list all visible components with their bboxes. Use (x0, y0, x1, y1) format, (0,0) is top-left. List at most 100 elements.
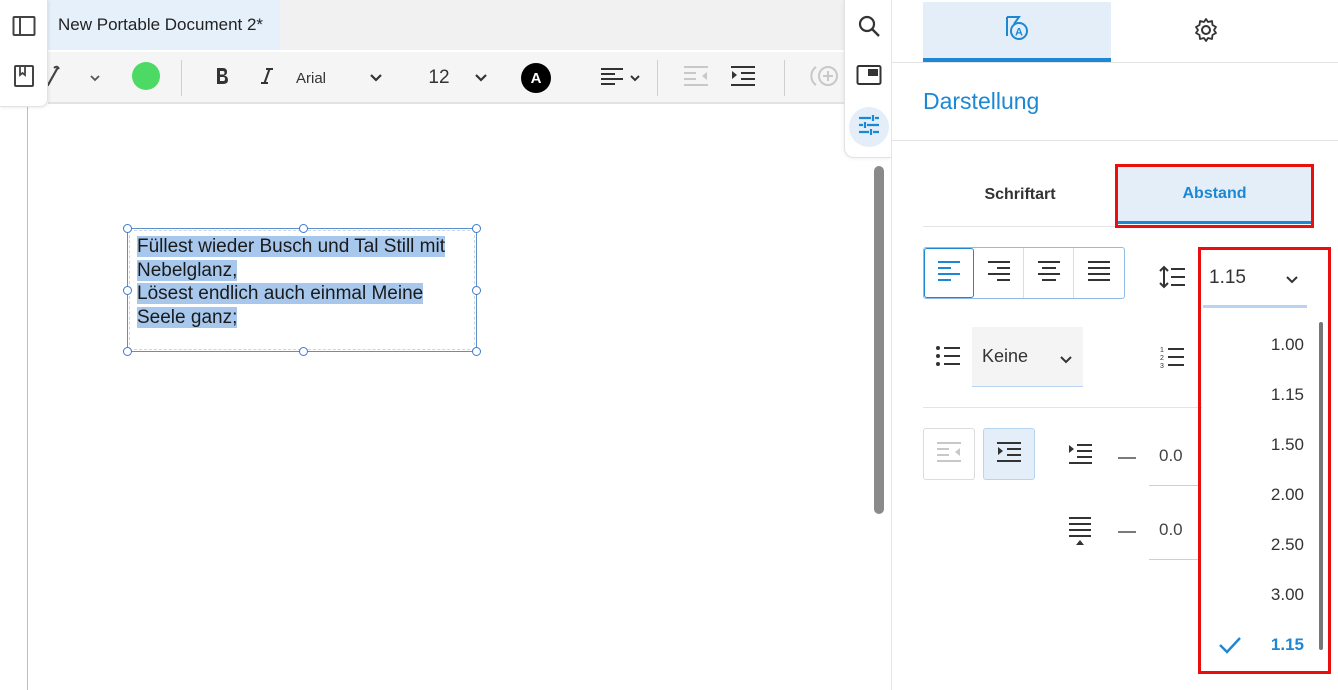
svg-text:3: 3 (1160, 363, 1164, 369)
resize-handle-se[interactable] (472, 347, 481, 356)
add-field-button[interactable] (804, 52, 844, 104)
chevron-down-icon (1059, 348, 1073, 369)
pen-options-dropdown[interactable] (84, 52, 106, 104)
properties-button[interactable] (849, 107, 889, 147)
font-size-select[interactable]: 12 (422, 52, 456, 104)
increase-indent-button[interactable] (727, 52, 759, 104)
left-rail (0, 0, 48, 107)
picture-in-picture-icon (856, 64, 882, 91)
resize-handle-sw[interactable] (123, 347, 132, 356)
align-left-icon (599, 66, 625, 91)
format-toolbar: Arial 12 A (46, 52, 844, 104)
font-family-select[interactable]: Arial (296, 52, 346, 104)
toggle-sidebar-button[interactable] (8, 12, 40, 44)
decrement-spacing-button[interactable] (1118, 531, 1136, 533)
bullet-list-icon (935, 345, 961, 372)
resize-handle-e[interactable] (472, 286, 481, 295)
app-window: Füllest wieder Busch und Tal Still mit N… (0, 0, 1338, 690)
decrement-indent-button[interactable] (1118, 457, 1136, 459)
text-color-glyph: A (530, 69, 542, 87)
align-left-button[interactable] (924, 248, 974, 298)
panel-title: Darstellung (923, 88, 1040, 114)
chevron-down-icon (369, 69, 383, 87)
text-box[interactable]: Füllest wieder Busch und Tal Still mit N… (123, 224, 481, 356)
canvas-scrollbar[interactable] (874, 166, 884, 514)
text-color-button[interactable]: A (520, 52, 552, 104)
line-spacing-icon (1158, 264, 1186, 295)
spacing-field[interactable]: 0.0 (1149, 500, 1199, 560)
view-mode-button[interactable] (849, 57, 889, 97)
highlight-box-spacing-tab (1115, 164, 1314, 228)
gear-icon (1193, 17, 1219, 48)
text-box-content[interactable]: Füllest wieder Busch und Tal Still mit N… (137, 235, 477, 329)
align-right-icon (987, 260, 1011, 287)
paragraph-spacing-icon (1067, 515, 1093, 552)
resize-handle-nw[interactable] (123, 224, 132, 233)
text-line-4: Seele ganz; (137, 306, 238, 328)
text-line-3: Lösest endlich auch einmal Meine (137, 283, 424, 304)
text-align-dropdown[interactable] (593, 52, 647, 104)
bookmarks-button[interactable] (8, 62, 40, 94)
svg-text:2: 2 (1160, 355, 1164, 362)
list-style-select[interactable]: Keine (972, 327, 1083, 387)
text-line-2: Nebelglanz, (137, 259, 238, 281)
italic-button[interactable] (251, 52, 283, 104)
document-tab[interactable]: New Portable Document 2* (48, 0, 280, 50)
italic-icon (259, 66, 275, 91)
resize-handle-ne[interactable] (472, 224, 481, 233)
align-justify-icon (1087, 260, 1111, 287)
resize-handle-n[interactable] (299, 224, 308, 233)
sidebar-panel-icon (12, 15, 36, 42)
align-center-button[interactable] (1024, 248, 1074, 298)
toolbar-divider (181, 60, 182, 96)
font-family-value: Arial (296, 69, 327, 87)
text-line-1: Füllest wieder Busch und Tal Still mit (137, 236, 445, 257)
bold-icon (214, 66, 230, 91)
search-icon (857, 14, 881, 43)
align-right-button[interactable] (974, 248, 1024, 298)
page-edge (27, 106, 28, 690)
outdent-icon (935, 440, 963, 469)
align-justify-button[interactable] (1074, 248, 1124, 298)
list-style-value: Keine (982, 346, 1029, 366)
indent-icon (995, 440, 1023, 469)
side-mini-toolbar (844, 0, 891, 158)
chevron-down-icon (89, 69, 101, 87)
text-color-icon: A (521, 63, 551, 93)
color-swatch-icon (131, 61, 161, 96)
highlight-box-line-spacing (1198, 247, 1331, 674)
tab-appearance[interactable]: A (923, 2, 1111, 62)
indent-icon (729, 64, 757, 93)
chevron-down-icon (629, 69, 641, 87)
document-canvas[interactable] (0, 106, 890, 690)
outdent-icon (682, 64, 710, 93)
highlight-color-button[interactable] (128, 52, 164, 104)
font-size-dropdown[interactable] (469, 52, 493, 104)
panel-divider (892, 62, 1338, 63)
indent-field[interactable]: 0.0 (1149, 426, 1199, 486)
svg-text:1: 1 (1160, 347, 1164, 354)
subtab-font[interactable]: Schriftart (923, 166, 1117, 224)
left-indent-icon (1067, 442, 1093, 473)
tab-settings[interactable] (1111, 2, 1301, 62)
toolbar-divider (657, 60, 658, 96)
font-family-dropdown[interactable] (364, 52, 388, 104)
increase-indent-button[interactable] (983, 428, 1035, 480)
align-center-icon (1037, 260, 1061, 287)
bookmark-book-icon (13, 64, 35, 93)
toolbar-divider (784, 60, 785, 96)
bold-button[interactable] (206, 52, 238, 104)
decrease-indent-button[interactable] (923, 428, 975, 480)
text-appearance-icon: A (1003, 14, 1031, 47)
resize-handle-s[interactable] (299, 347, 308, 356)
svg-text:A: A (1015, 26, 1023, 38)
panel-divider (892, 140, 1338, 141)
resize-handle-w[interactable] (123, 286, 132, 295)
font-size-value: 12 (428, 67, 450, 88)
add-circle-icon (806, 63, 842, 94)
search-button[interactable] (849, 8, 889, 48)
alignment-group (923, 247, 1125, 299)
align-left-icon (937, 260, 961, 287)
decrease-indent-button[interactable] (680, 52, 712, 104)
tab-strip: New Portable Document 2* (48, 0, 844, 50)
